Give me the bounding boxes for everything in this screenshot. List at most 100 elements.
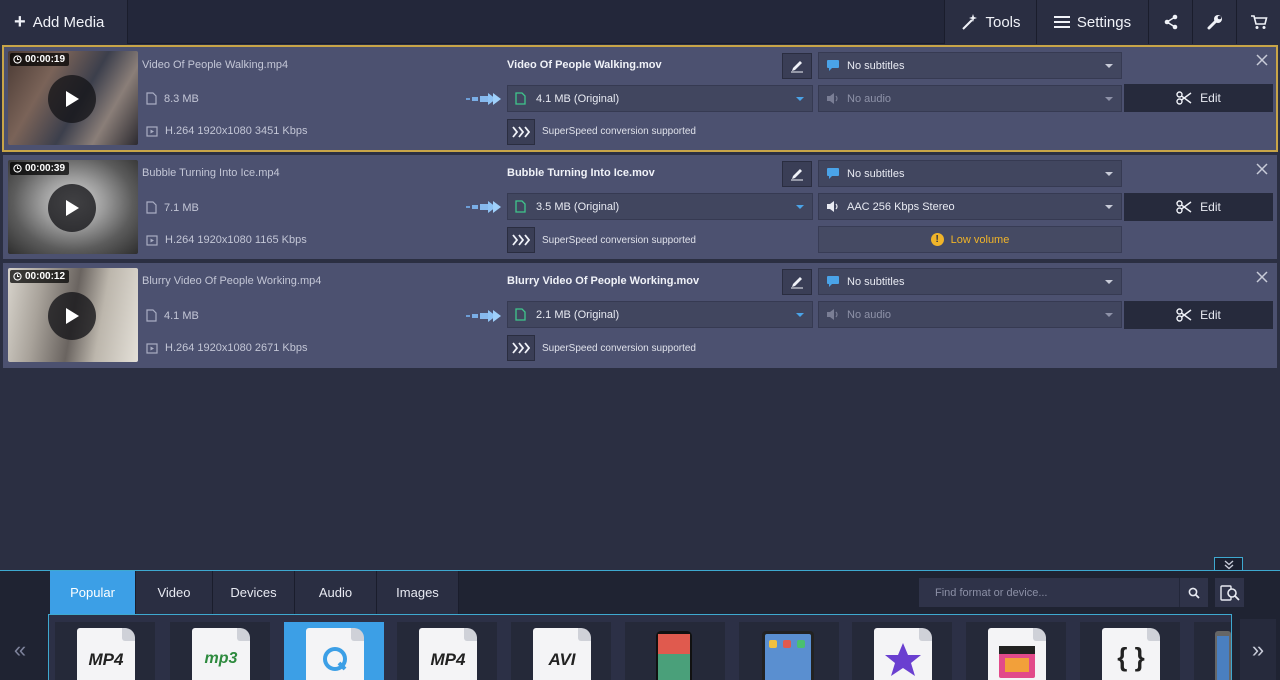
format-tabs: Popular Video Devices Audio Images [50,571,459,614]
mp4-icon: MP4 [77,628,135,680]
play-button[interactable] [48,184,96,232]
format-item-avi[interactable]: AVI [511,622,611,680]
double-chevron-down-icon [1224,560,1233,570]
superspeed-button[interactable] [507,119,535,145]
warning-icon: ! [930,233,944,246]
close-icon[interactable] [1256,271,1268,283]
edit-button[interactable]: Edit [1124,301,1273,329]
video-thumbnail[interactable]: 00:00:39 [8,160,138,254]
convert-arrow-icon [466,310,501,322]
source-codec: H.264 1920x1080 3451 Kbps [146,125,308,137]
format-item-iphone[interactable] [625,622,725,680]
format-item-code[interactable]: { } [1080,622,1180,680]
format-item-device[interactable] [1194,622,1231,680]
final-cut-icon [988,628,1046,680]
iphone-icon [656,631,692,680]
output-size-dropdown[interactable]: 3.5 MB (Original) [507,193,813,220]
file-green-icon [515,308,526,321]
file-row[interactable]: 00:00:39 Bubble Turning Into Ice.mp4 7.1… [3,155,1277,259]
plus-icon: + [14,11,26,33]
add-media-button[interactable]: + Add Media [0,0,128,44]
share-button[interactable] [1148,0,1192,44]
ipad-icon [762,631,814,680]
format-item-imovie[interactable] [852,622,952,680]
settings-button[interactable]: Settings [1036,0,1148,44]
search-icon [1188,587,1200,599]
format-item-quicktime[interactable] [284,622,384,680]
tools-button[interactable]: Tools [944,0,1036,44]
output-size-dropdown[interactable]: 2.1 MB (Original) [507,301,813,328]
low-volume-warning[interactable]: ! Low volume [818,226,1122,253]
video-thumbnail[interactable]: 00:00:12 [8,268,138,362]
tab-devices[interactable]: Devices [213,571,295,614]
superspeed-button[interactable] [507,335,535,361]
close-icon[interactable] [1256,163,1268,175]
video-thumbnail[interactable]: 00:00:19 [8,51,138,145]
convert-arrow-icon [466,93,501,105]
cart-button[interactable] [1236,0,1280,44]
rename-button[interactable] [782,53,812,79]
search-button[interactable] [1179,578,1208,607]
play-icon [66,200,79,216]
source-size: 7.1 MB [146,201,199,214]
audio-dropdown[interactable]: AAC 256 Kbps Stereo [818,193,1122,220]
duration-badge: 00:00:19 [10,53,70,66]
chevron-down-icon [796,97,804,101]
pencil-icon [791,61,803,73]
format-item-final-cut[interactable] [966,622,1066,680]
source-codec: H.264 1920x1080 2671 Kbps [146,342,308,354]
close-icon[interactable] [1256,54,1268,66]
subtitles-dropdown[interactable]: No subtitles [818,160,1122,187]
film-icon [146,234,158,246]
rename-button[interactable] [782,161,812,187]
audio-dropdown[interactable]: No audio [818,301,1122,328]
play-icon [66,91,79,107]
speech-bubble-icon [827,60,839,71]
clock-icon [13,164,22,173]
duration-badge: 00:00:39 [10,162,70,175]
superspeed-button[interactable] [507,227,535,253]
speech-bubble-icon [827,168,839,179]
tab-audio[interactable]: Audio [295,571,377,614]
format-item-mp4-hd[interactable]: MP4 [397,622,497,680]
scissors-icon [1176,200,1192,214]
file-row[interactable]: 00:00:19 Video Of People Walking.mp4 8.3… [2,45,1278,152]
scissors-icon [1176,308,1192,322]
format-item-mp3[interactable]: mp3 [170,622,270,680]
edit-button[interactable]: Edit [1124,84,1273,112]
superspeed-icon [512,126,530,138]
play-button[interactable] [48,75,96,123]
file-row[interactable]: 00:00:12 Blurry Video Of People Working.… [3,263,1277,368]
share-icon [1164,14,1177,30]
audio-dropdown[interactable]: No audio [818,85,1122,112]
chevron-down-icon [1105,64,1113,68]
output-size-dropdown[interactable]: 4.1 MB (Original) [507,85,813,112]
wrench-button[interactable] [1192,0,1236,44]
device-icon [1215,631,1231,680]
detect-device-button[interactable] [1215,578,1244,607]
cart-icon [1250,15,1268,29]
superspeed-icon [512,234,530,246]
subtitles-dropdown[interactable]: No subtitles [818,268,1122,295]
format-item-ipad[interactable] [739,622,839,680]
subtitles-dropdown[interactable]: No subtitles [818,52,1122,79]
format-search-input[interactable]: Find format or device... [919,578,1179,607]
settings-label: Settings [1076,13,1132,31]
play-button[interactable] [48,292,96,340]
format-item-mp4[interactable]: MP4 [55,622,155,680]
tab-popular[interactable]: Popular [50,571,136,614]
clock-icon [13,55,22,64]
scroll-right-button[interactable]: » [1240,619,1276,680]
file-green-icon [515,200,526,213]
file-icon [146,201,157,214]
source-size: 4.1 MB [146,309,199,322]
edit-button[interactable]: Edit [1124,193,1273,221]
tab-images[interactable]: Images [377,571,459,614]
tab-video[interactable]: Video [136,571,213,614]
rename-button[interactable] [782,269,812,295]
mp3-icon: mp3 [192,628,250,680]
chevron-down-icon [1105,205,1113,209]
duration-badge: 00:00:12 [10,270,70,283]
scroll-left-button[interactable]: « [2,619,38,680]
source-size: 8.3 MB [146,92,199,105]
